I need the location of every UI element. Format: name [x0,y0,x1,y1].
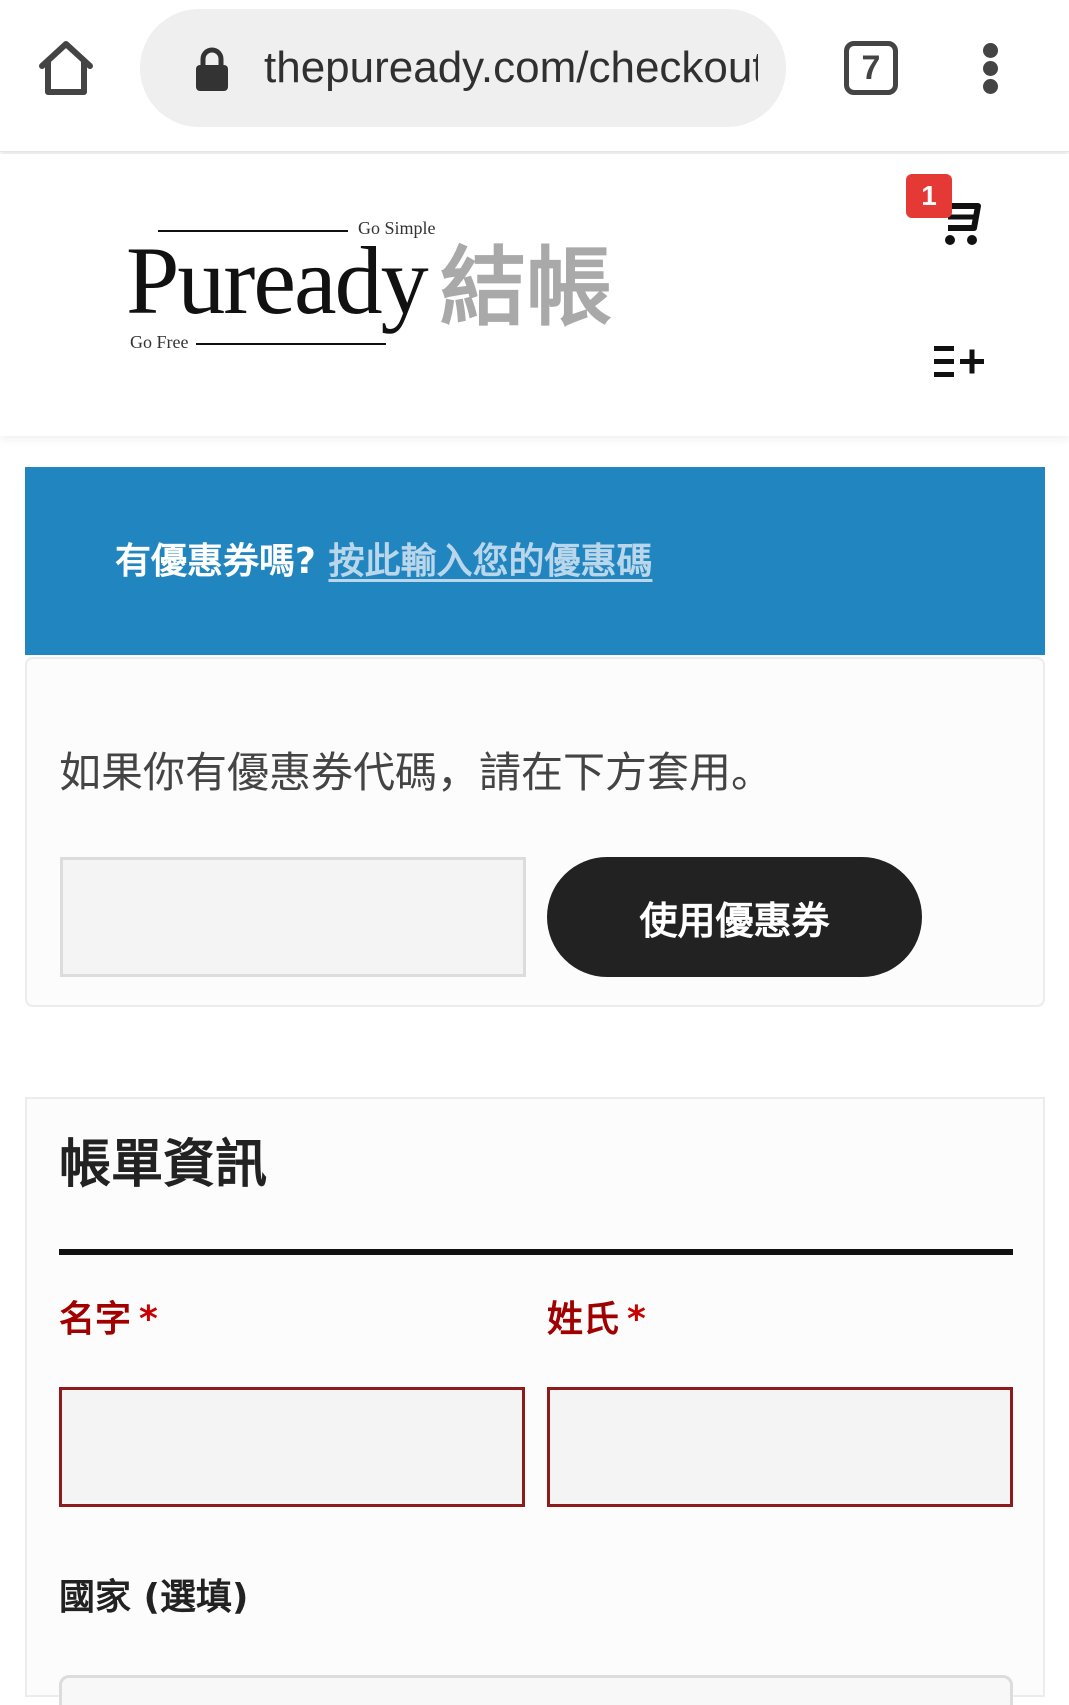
billing-details: 帳單資訊 名字 * 姓氏 * 國家 (選填) [25,1097,1045,1705]
address-bar[interactable]: thepuready.com/checkout/ [140,9,786,127]
coupon-notice-text: 有優惠券嗎? 按此輸入您的優惠碼 [115,539,652,585]
country-select[interactable] [59,1675,1013,1705]
billing-title: 帳單資訊 [59,1135,268,1195]
first-name-label-text: 名字 [59,1299,132,1340]
logo-tagline-bottom: Go Free [130,332,189,352]
logo-wordmark: Puready [126,227,429,334]
required-mark: * [627,1299,646,1340]
coupon-code-input[interactable] [60,857,526,977]
cart-count-badge: 1 [906,174,952,218]
coupon-description: 如果你有優惠券代碼，請在下方套用。 [59,748,774,797]
first-name-field[interactable] [59,1387,525,1507]
last-name-label: 姓氏 * [547,1297,646,1343]
last-name-field[interactable] [547,1387,1013,1507]
site-header: Go Simple Puready Go Free 結帳 1 [0,154,1069,436]
coupon-question: 有優惠券嗎? [115,541,316,582]
lock-icon [194,46,230,92]
page-title: 結帳 [440,238,612,338]
site-logo[interactable]: Go Simple Puready Go Free [126,214,466,354]
required-mark: * [139,1299,158,1340]
coupon-form: 如果你有優惠券代碼，請在下方套用。 使用優惠券 [25,657,1045,1007]
cart-button[interactable]: 1 [906,174,986,254]
tab-switcher-icon[interactable]: 7 [844,41,898,95]
country-label: 國家 (選填) [59,1577,249,1618]
home-icon[interactable] [34,36,98,100]
logo-rule-bottom [196,343,386,345]
last-name-label-text: 姓氏 [547,1299,620,1340]
first-name-label: 名字 * [59,1297,158,1343]
menu-plus-icon[interactable] [934,344,986,380]
show-coupon-link[interactable]: 按此輸入您的優惠碼 [328,541,652,582]
apply-coupon-button[interactable]: 使用優惠券 [547,857,922,977]
url-text[interactable]: thepuready.com/checkout/ [264,39,758,97]
more-vert-icon[interactable] [970,40,1012,96]
browser-toolbar: thepuready.com/checkout/ 7 [0,0,1069,152]
coupon-notice: 有優惠券嗎? 按此輸入您的優惠碼 [25,467,1045,655]
billing-divider [59,1249,1013,1255]
